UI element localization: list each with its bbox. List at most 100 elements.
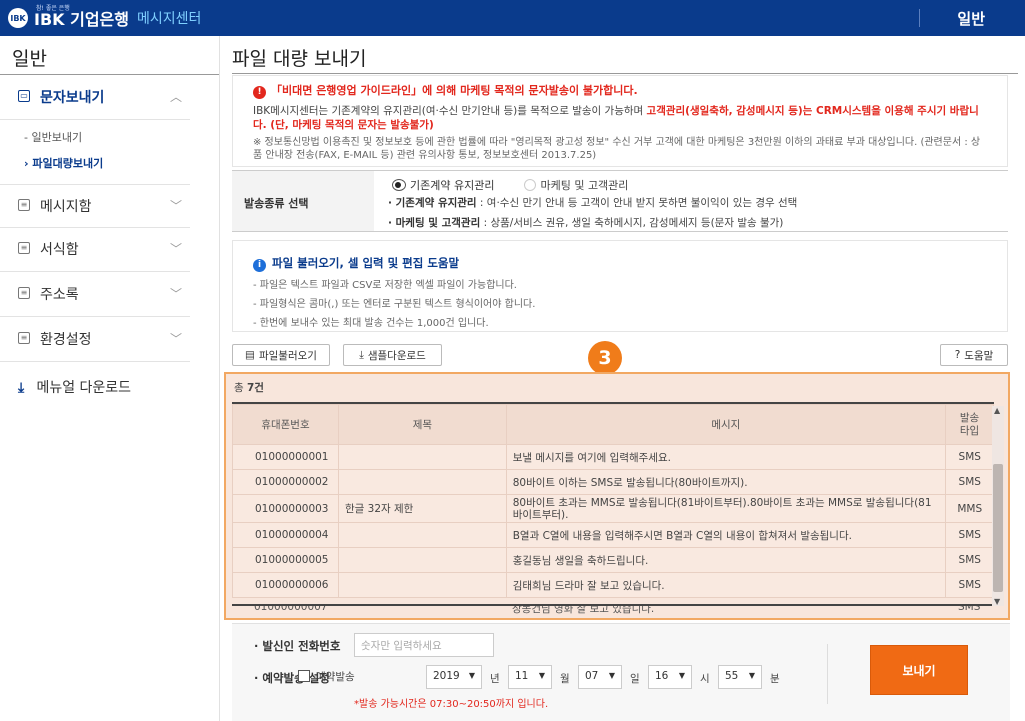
notice-warning-text: 「비대면 은행영업 가이드라인」에 의해 마케팅 목적의 문자발송이 불가합니다…	[271, 84, 638, 97]
ibk-logo-icon: IBK	[8, 8, 28, 28]
message-icon: ▭	[18, 90, 30, 102]
cell-phone[interactable]: 01000000003	[232, 494, 339, 523]
total-count: 총 7건	[234, 380, 264, 395]
chevron-down-icon: ﹀	[169, 199, 182, 213]
grid-header-row: 휴대폰번호 제목 메시지 발송 타입	[232, 404, 994, 445]
radio-selected-icon	[392, 179, 406, 191]
cell-message[interactable]: 80바이트 초과는 MMS로 발송됩니다(81바이트부터).80바이트 초과는 …	[505, 494, 946, 523]
column-header-send-type[interactable]: 발송 타입	[945, 404, 994, 445]
send-divider	[827, 644, 828, 704]
help-title-text: 파일 불러오기, 셀 입력 및 편집 도움말	[272, 256, 460, 270]
cell-phone[interactable]: 01000000004	[232, 522, 339, 548]
scrollbar-thumb[interactable]	[993, 464, 1003, 592]
sidebar-item-send-message[interactable]: ▭ 문자보내기 ︿	[0, 76, 190, 120]
hour-unit: 시	[700, 673, 710, 685]
table-row[interactable]: 01000000004 B열과 C열에 내용을 입력해주시면 B열과 C열의 내…	[232, 522, 994, 548]
radio-existing-contract[interactable]: 기존계약 유지관리	[392, 177, 494, 193]
radio-label: 기존계약 유지관리	[410, 179, 495, 192]
column-header-subject[interactable]: 제목	[337, 404, 507, 445]
table-row[interactable]: 01000000006 김태희님 드라마 잘 보고 있습니다. SMS	[232, 572, 994, 598]
year-value: 2019	[433, 670, 460, 682]
day-select[interactable]: 07 ▼	[578, 665, 622, 689]
desc-title: · 기존계약 유지관리	[388, 197, 477, 209]
cell-subject[interactable]: 한글 32자 제한	[337, 494, 507, 523]
dropdown-icon: ▼	[748, 671, 755, 680]
manual-download-link[interactable]: ⤓ 메뉴얼 다운로드	[18, 377, 131, 397]
cell-message[interactable]: B열과 C열에 내용을 입력해주시면 B열과 C열의 내용이 합쳐져서 발송됩니…	[505, 522, 946, 548]
cell-type: SMS	[945, 522, 994, 548]
document-icon: ≡	[18, 332, 30, 344]
cell-phone[interactable]: 01000000001	[232, 444, 339, 470]
submenu-bulk-file-send[interactable]: › 파일대량보내기	[24, 155, 103, 171]
page-title: 파일 대량 보내기	[232, 48, 367, 70]
cell-subject[interactable]	[337, 572, 507, 598]
minute-select[interactable]: 55 ▼	[718, 665, 762, 689]
user-level: 일반	[957, 10, 985, 28]
desc-text: : 여·수신 만기 안내 등 고객이 안내 받지 못하면 불이익이 있는 경우 …	[476, 197, 798, 209]
notice-warning: ! 「비대면 은행영업 가이드라인」에 의해 마케팅 목적의 문자발송이 불가합니…	[253, 82, 987, 99]
year-select[interactable]: 2019 ▼	[426, 665, 482, 689]
cell-type: MMS	[945, 494, 994, 523]
cell-phone[interactable]: 01000000002	[232, 469, 339, 495]
download-sample-button[interactable]: ⤓ 샘플다운로드	[343, 344, 442, 366]
sidebar-item-settings[interactable]: ≡ 환경설정 ﹀	[0, 318, 190, 362]
scroll-up-icon[interactable]: ▲	[994, 406, 1000, 415]
grid-scrollbar[interactable]: ▲ ▼	[992, 406, 1004, 606]
cell-phone[interactable]: 01000000006	[232, 572, 339, 598]
desc-title: · 마케팅 및 고객관리	[388, 217, 481, 229]
cell-subject[interactable]	[337, 522, 507, 548]
load-file-button[interactable]: ▤ 파일불러오기	[232, 344, 330, 366]
day-unit: 일	[630, 673, 640, 685]
cell-message[interactable]: 보낼 메시지를 여기에 입력해주세요.	[505, 444, 946, 470]
chevron-down-icon: ﹀	[169, 242, 182, 256]
cell-type: SMS	[945, 572, 994, 598]
cell-message[interactable]: 홍길동님 생일을 축하드립니다.	[505, 547, 946, 573]
reserve-checkbox-label: 예약발송	[316, 671, 355, 683]
download-icon: ⤓	[359, 348, 364, 361]
help-title: i 파일 불러오기, 셀 입력 및 편집 도움말	[253, 255, 987, 272]
help-button[interactable]: ? 도움말	[940, 344, 1008, 366]
month-select[interactable]: 11 ▼	[508, 665, 552, 689]
send-type-section: 발송종류 선택 기존계약 유지관리 마케팅 및 고객관리 · 기존계약 유지관리…	[232, 170, 1008, 232]
table-row[interactable]: 01000000005 홍길동님 생일을 축하드립니다. SMS	[232, 547, 994, 573]
cell-message[interactable]: 80바이트 이하는 SMS로 발송됩니다(80바이트까지).	[505, 469, 946, 495]
sidebar-item-address-book[interactable]: ≡ 주소록 ﹀	[0, 273, 190, 317]
hour-select[interactable]: 16 ▼	[648, 665, 692, 689]
table-row[interactable]: 01000000001 보낼 메시지를 여기에 입력해주세요. SMS	[232, 444, 994, 470]
scroll-down-icon[interactable]: ▼	[994, 597, 1000, 606]
document-icon: ≡	[18, 242, 30, 254]
dropdown-icon: ▼	[468, 671, 475, 680]
send-button[interactable]: 보내기	[870, 645, 968, 695]
cell-phone[interactable]: 01000000007	[254, 606, 328, 613]
help-line: - 파일은 텍스트 파일과 CSV로 저장한 엑셀 파일이 가능합니다.	[253, 280, 517, 291]
column-header-phone[interactable]: 휴대폰번호	[232, 404, 339, 445]
radio-marketing[interactable]: 마케팅 및 고객관리	[524, 177, 628, 193]
submenu-general-send[interactable]: - 일반보내기	[24, 129, 82, 145]
send-time-note: *발송 가능시간은 07:30~20:50까지 입니다.	[354, 699, 549, 710]
sidebar-item-message-box[interactable]: ≡ 메시지함 ﹀	[0, 184, 190, 228]
caller-number-input[interactable]: 숫자만 입력하세요	[354, 633, 494, 657]
cell-subject[interactable]	[337, 469, 507, 495]
cell-phone[interactable]: 01000000005	[232, 547, 339, 573]
manual-download-label: 메뉴얼 다운로드	[36, 380, 132, 396]
table-row[interactable]: 01000000007 장동건님 영화 잘 보고 있습니다. SMS	[232, 606, 994, 618]
chevron-up-icon: ︿	[169, 90, 182, 104]
reserve-checkbox[interactable]	[298, 670, 310, 682]
cell-type: SMS	[945, 469, 994, 495]
minute-unit: 분	[770, 673, 780, 685]
sidebar-item-label: 환경설정	[40, 332, 92, 348]
sidebar-item-templates[interactable]: ≡ 서식함 ﹀	[0, 228, 190, 272]
cell-message[interactable]: 김태희님 드라마 잘 보고 있습니다.	[505, 572, 946, 598]
column-header-message[interactable]: 메시지	[505, 404, 947, 445]
sidebar-item-label: 주소록	[40, 287, 79, 303]
table-row[interactable]: 01000000002 80바이트 이하는 SMS로 발송됩니다(80바이트까지…	[232, 469, 994, 495]
document-icon: ≡	[18, 287, 30, 299]
cell-subject[interactable]	[337, 444, 507, 470]
cell-subject[interactable]	[337, 547, 507, 573]
table-row[interactable]: 01000000003 한글 32자 제한 80바이트 초과는 MMS로 발송됩…	[232, 494, 994, 523]
ibk-logo[interactable]: IBK 참! 좋은 은행 IBK 기업은행 메시지센터	[8, 5, 201, 30]
cell-message[interactable]: 장동건님 영화 잘 보고 있습니다.	[512, 606, 654, 616]
count-prefix: 총	[234, 382, 247, 394]
file-icon: ▤	[245, 349, 255, 361]
chevron-down-icon: ﹀	[169, 332, 182, 346]
